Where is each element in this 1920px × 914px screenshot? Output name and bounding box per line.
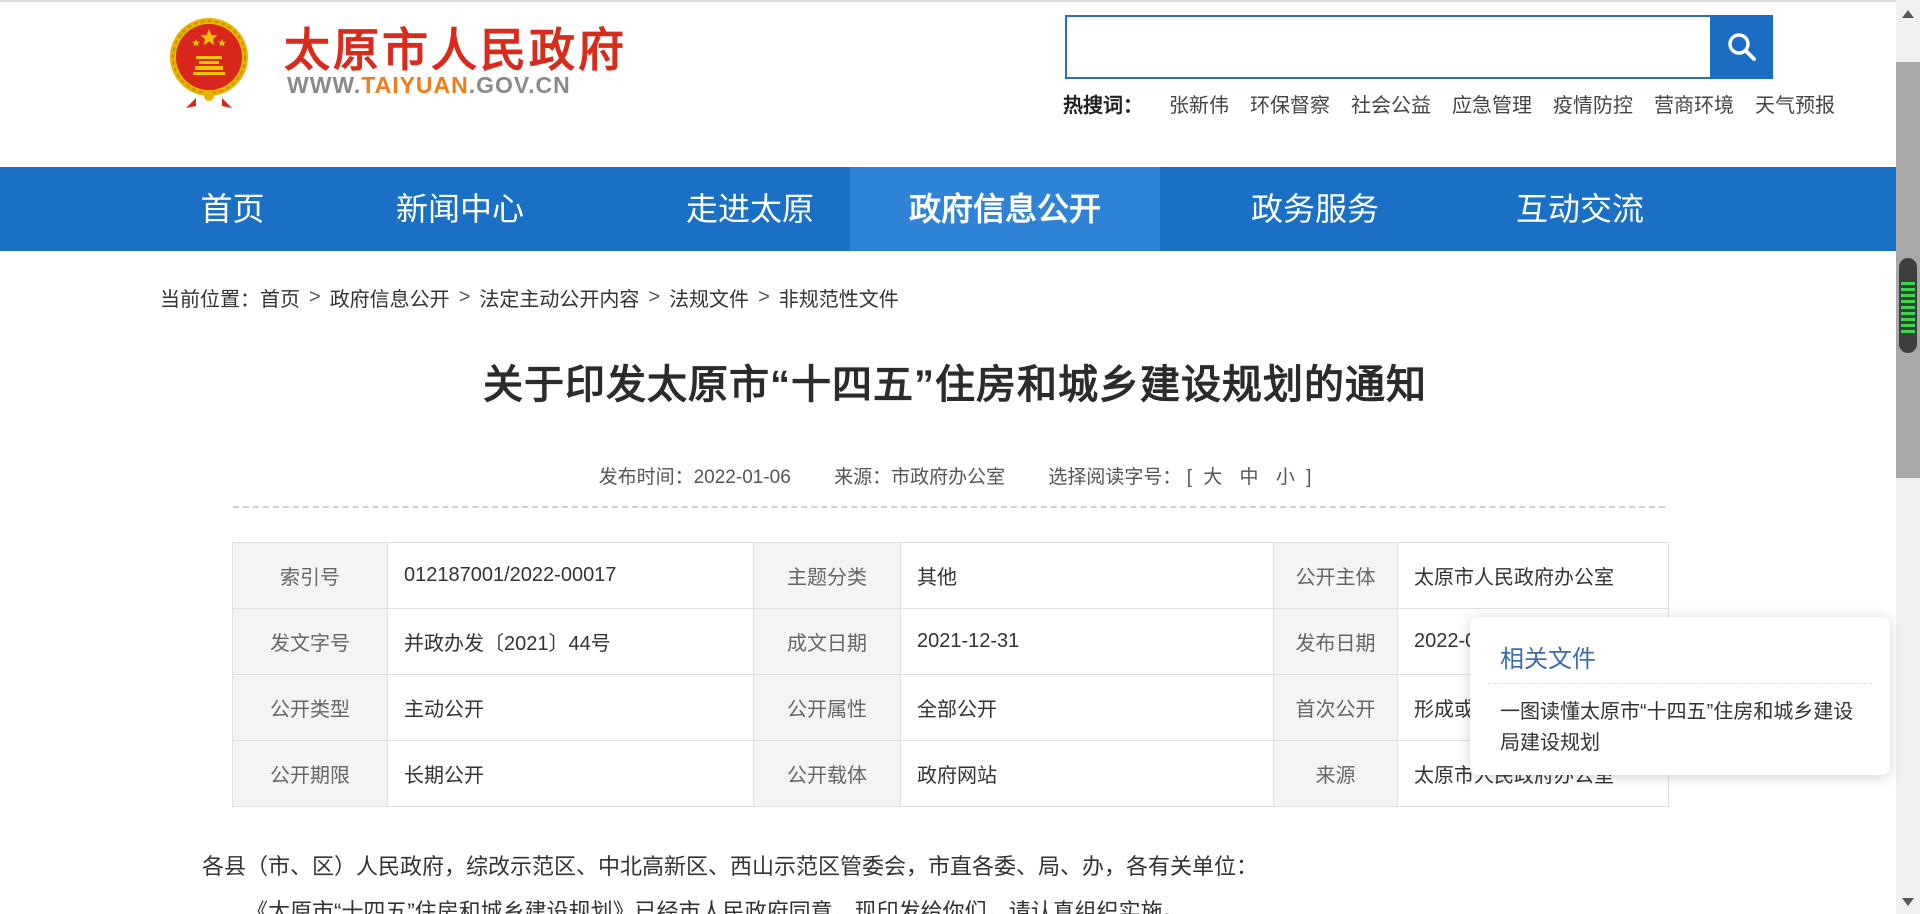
search-button[interactable] <box>1710 15 1773 79</box>
table-label: 成文日期 <box>754 609 901 675</box>
hot-word-link[interactable]: 应急管理 <box>1452 89 1532 118</box>
nav-item-home[interactable]: 首页 <box>160 167 305 251</box>
body-paragraph: 《太原市“十四五”住房和城乡建设规划》已经市人民政府同意，现印发给你们，请认真组… <box>202 895 1702 914</box>
breadcrumb-non-normative[interactable]: 非规范性文件 <box>779 283 899 312</box>
national-emblem-icon <box>166 12 252 112</box>
table-label: 公开主体 <box>1274 543 1398 609</box>
publish-time-value: 2022-01-06 <box>694 467 791 488</box>
site-title: 太原市人民政府 <box>284 14 627 80</box>
table-label: 发文字号 <box>233 609 388 675</box>
search-icon <box>1725 30 1759 64</box>
site-url: WWW.TAIYUAN.GOV.CN <box>287 72 571 99</box>
table-label: 首次公开 <box>1274 675 1398 741</box>
breadcrumb-separator: > <box>459 286 471 309</box>
page-title: 关于印发太原市“十四五”住房和城乡建设规划的通知 <box>160 352 1750 410</box>
scrollbar-thumb[interactable] <box>1896 62 1920 478</box>
breadcrumb: 当前位置： 首页 > 政府信息公开 > 法定主动公开内容 > 法规文件 > 非规… <box>160 283 899 312</box>
fontsize-medium-button[interactable]: 中 <box>1240 467 1259 488</box>
breadcrumb-label: 当前位置： <box>160 283 260 312</box>
url-prefix: WWW. <box>287 72 361 98</box>
hot-word-link[interactable]: 营商环境 <box>1654 89 1734 118</box>
hot-search-row: 热搜词： 张新伟 环保督察 社会公益 应急管理 疫情防控 营商环境 天气预报 <box>1063 90 1823 116</box>
breadcrumb-regulation-files[interactable]: 法规文件 <box>669 283 749 312</box>
nav-item-news[interactable]: 新闻中心 <box>360 167 560 251</box>
table-label: 来源 <box>1274 741 1398 807</box>
scroll-marker-stripes <box>1901 282 1915 334</box>
source-value: 市政府办公室 <box>891 467 1005 488</box>
publish-time-label: 发布时间： <box>599 467 694 488</box>
breadcrumb-statutory-content[interactable]: 法定主动公开内容 <box>479 283 639 312</box>
body-paragraph: 各县（市、区）人民政府，综改示范区、中北高新区、西山示范区管委会，市直各委、局、… <box>202 850 1702 884</box>
source-label: 来源： <box>834 467 891 488</box>
hot-word-link[interactable]: 环保督察 <box>1250 89 1330 118</box>
search-bar <box>1065 15 1773 79</box>
breadcrumb-separator: > <box>309 286 321 309</box>
fontsize-small-button[interactable]: 小 <box>1276 467 1295 488</box>
table-value: 012187001/2022-00017 <box>388 543 754 609</box>
table-label: 主题分类 <box>754 543 901 609</box>
breadcrumb-separator: > <box>648 286 660 309</box>
fontsize-large-button[interactable]: 大 <box>1203 467 1222 488</box>
related-documents-popup: 相关文件 一图读懂太原市“十四五”住房和城乡建设局建设规划 <box>1470 617 1890 775</box>
nav-item-interaction[interactable]: 互动交流 <box>1470 167 1690 251</box>
table-value: 并政办发〔2021〕44号 <box>388 609 754 675</box>
related-dashed-divider <box>1488 683 1872 684</box>
table-label: 公开期限 <box>233 741 388 807</box>
fontsize-label: 选择阅读字号： <box>1048 467 1181 488</box>
document-info-table: 索引号 012187001/2022-00017 主题分类 其他 公开主体 太原… <box>232 542 1668 807</box>
related-documents-title: 相关文件 <box>1500 639 1596 674</box>
hot-word-link[interactable]: 张新伟 <box>1169 89 1229 118</box>
hot-search-label: 热搜词： <box>1063 89 1143 118</box>
url-suffix: .GOV.CN <box>469 72 571 98</box>
hot-word-link[interactable]: 天气预报 <box>1755 89 1835 118</box>
url-highlight: TAIYUAN <box>361 72 469 98</box>
site-header: 太原市人民政府 WWW.TAIYUAN.GOV.CN 热搜词： 张新伟 环保督察… <box>0 2 1896 167</box>
nav-item-about[interactable]: 走进太原 <box>650 167 850 251</box>
table-value: 长期公开 <box>388 741 754 807</box>
hot-word-link[interactable]: 疫情防控 <box>1553 89 1633 118</box>
main-navigation: 首页 新闻中心 走进太原 政府信息公开 政务服务 互动交流 <box>0 167 1896 251</box>
breadcrumb-info-disclosure[interactable]: 政府信息公开 <box>330 283 450 312</box>
table-value: 2021-12-31 <box>901 609 1274 675</box>
table-value: 主动公开 <box>388 675 754 741</box>
breadcrumb-separator: > <box>758 286 770 309</box>
dashed-divider <box>233 506 1665 508</box>
breadcrumb-home[interactable]: 首页 <box>260 283 300 312</box>
nav-item-services[interactable]: 政务服务 <box>1210 167 1420 251</box>
fontsize-bracket: [ <box>1187 467 1192 488</box>
page: 太原市人民政府 WWW.TAIYUAN.GOV.CN 热搜词： 张新伟 环保督察… <box>0 0 1920 914</box>
scroll-up-icon[interactable] <box>1902 10 1914 18</box>
table-label: 公开属性 <box>754 675 901 741</box>
article-meta: 发布时间：2022-01-06 来源：市政府办公室 选择阅读字号： [ 大 中 … <box>160 462 1750 489</box>
vertical-scrollbar[interactable] <box>1896 0 1920 914</box>
fontsize-bracket: ] <box>1306 467 1311 488</box>
nav-item-info-disclosure[interactable]: 政府信息公开 <box>850 167 1160 251</box>
scroll-down-icon[interactable] <box>1902 898 1914 906</box>
table-label: 发布日期 <box>1274 609 1398 675</box>
table-value: 政府网站 <box>901 741 1274 807</box>
table-label: 索引号 <box>233 543 388 609</box>
table-value: 太原市人民政府办公室 <box>1398 543 1669 609</box>
related-document-link[interactable]: 一图读懂太原市“十四五”住房和城乡建设局建设规划 <box>1500 697 1864 759</box>
table-value: 全部公开 <box>901 675 1274 741</box>
scroll-position-marker <box>1899 258 1917 353</box>
table-label: 公开载体 <box>754 741 901 807</box>
table-label: 公开类型 <box>233 675 388 741</box>
hot-word-link[interactable]: 社会公益 <box>1351 89 1431 118</box>
table-value: 其他 <box>901 543 1274 609</box>
search-input[interactable] <box>1065 15 1710 79</box>
